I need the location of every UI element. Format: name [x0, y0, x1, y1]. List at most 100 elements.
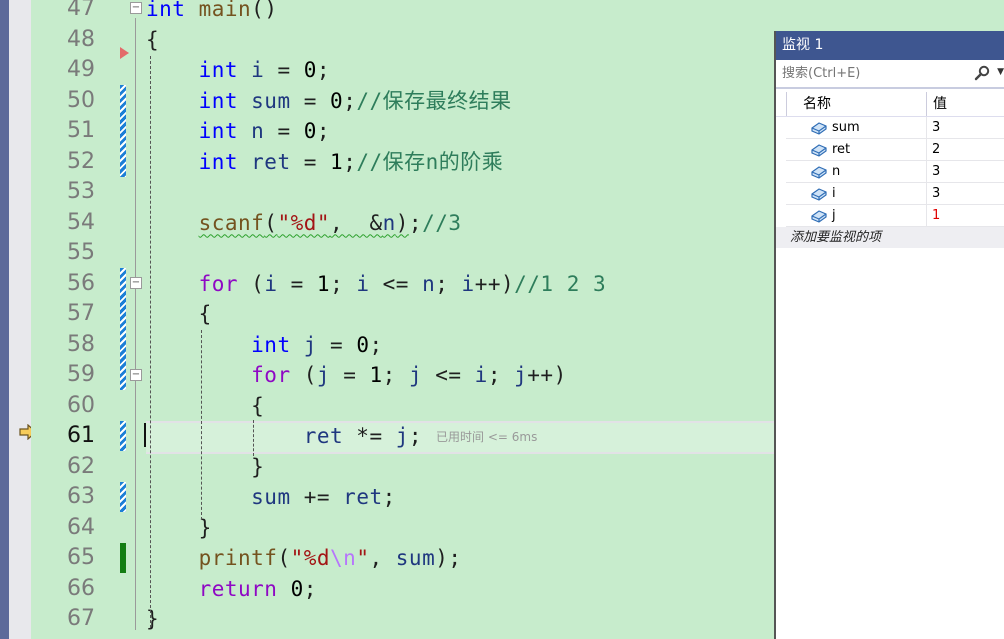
code-token: ;	[316, 119, 331, 143]
code-line[interactable]: 53	[31, 177, 776, 208]
watch-variable-value[interactable]: 3	[927, 161, 940, 182]
code-token: ++)	[527, 363, 567, 387]
code-token: printf	[198, 546, 278, 570]
watch-row-name-cell[interactable]: sum	[786, 117, 927, 138]
code-token: , &	[330, 210, 383, 235]
code-token: 0	[330, 88, 344, 113]
watch-row-name-cell[interactable]: ret	[786, 139, 927, 160]
code-token: ;	[369, 332, 383, 357]
code-text: {	[146, 299, 212, 329]
search-options-dropdown-icon[interactable]: ▼	[997, 67, 1004, 77]
code-text: }	[146, 604, 159, 634]
watch-search-input[interactable]	[776, 65, 1004, 82]
code-line[interactable]: 52 int ret = 1;//保存n的阶乘	[31, 147, 776, 178]
code-token: ;	[408, 424, 423, 448]
code-token: ret	[343, 485, 383, 509]
watch-row[interactable]: n3	[786, 161, 1004, 183]
code-token: 0	[356, 332, 370, 357]
watch-variable-value[interactable]: 3	[927, 117, 940, 138]
code-token: n	[382, 210, 396, 235]
line-number: 57	[67, 301, 95, 326]
glyph-margin[interactable]	[9, 0, 37, 639]
code-line[interactable]: 56 for (i = 1; i <= n; i++)//1 2 3	[31, 269, 776, 300]
code-line[interactable]: 49 int i = 0;	[31, 55, 776, 86]
code-token: sum	[395, 546, 436, 570]
watch-row[interactable]: sum 3	[786, 117, 1004, 139]
code-line[interactable]: 57 {	[31, 299, 776, 330]
code-token: n	[422, 271, 436, 296]
search-icon[interactable]	[974, 65, 990, 81]
code-line[interactable]: 65 printf("%d\n", sum);	[31, 543, 776, 574]
watch-row-name-cell[interactable]: i	[786, 183, 927, 204]
watch-variable-value[interactable]: 2	[927, 139, 940, 160]
code-line[interactable]: 62 }	[31, 452, 776, 483]
watch-row[interactable]: i3	[786, 183, 1004, 205]
code-line[interactable]: 48 {	[31, 25, 776, 56]
collapse-main-button[interactable]: −	[130, 2, 142, 14]
code-line[interactable]: 60 {	[31, 391, 776, 422]
code-line[interactable]: 61 ret *= j; 已用时间 <= 6ms	[31, 421, 776, 452]
line-number: 53	[67, 179, 95, 204]
code-token: i	[356, 271, 370, 296]
watch-row[interactable]: ret 2	[786, 139, 1004, 161]
watch-variable-value[interactable]: 1	[927, 205, 940, 226]
code-token: int	[198, 88, 239, 113]
text-caret	[144, 423, 146, 447]
code-token: =	[290, 88, 331, 113]
code-token: ;	[343, 88, 357, 113]
code-line[interactable]: 55	[31, 238, 776, 269]
code-token: =	[264, 119, 304, 143]
code-line[interactable]: 54 scanf("%d", &n);//3	[31, 208, 776, 239]
code-line[interactable]: 67}	[31, 604, 776, 635]
code-token: ret	[238, 149, 291, 174]
code-token: //3	[422, 210, 462, 235]
line-number: 62	[67, 453, 95, 479]
code-line[interactable]: 64 }	[31, 513, 776, 544]
code-text: for (i = 1; i <= n; i++)//1 2 3	[146, 269, 606, 299]
perf-tip-hint[interactable]: 已用时间 <= 6ms	[436, 430, 537, 444]
code-token: {	[146, 27, 160, 52]
code-token: 1	[330, 149, 344, 174]
collapse-for-i-button[interactable]: −	[130, 277, 142, 289]
watch-variable-value[interactable]: 3	[927, 183, 940, 204]
watch-title[interactable]: 监视 1	[776, 31, 1004, 60]
code-line[interactable]: 66 return 0;	[31, 574, 776, 605]
watch-row-name-cell[interactable]: j	[786, 205, 927, 226]
code-token: ,	[369, 546, 396, 570]
change-bar	[120, 85, 126, 177]
code-line[interactable]: 59 for (j = 1; j <= i; j++)	[31, 360, 776, 391]
column-header-name[interactable]: 名称	[786, 92, 927, 116]
watch-variable-name: n	[832, 164, 841, 179]
code-token: i	[264, 271, 278, 296]
code-token: <=	[369, 271, 423, 296]
code-line[interactable]: 47 int main()	[31, 0, 776, 25]
code-token: //保存最终结果	[356, 88, 512, 113]
line-number: 64	[67, 514, 95, 540]
code-token: //保存n的阶乘	[356, 149, 504, 174]
watch-row[interactable]: j1	[786, 205, 1004, 227]
code-token: }	[146, 454, 265, 479]
code-line[interactable]: 51 int n = 0;	[31, 116, 776, 147]
code-line[interactable]: 63 sum += ret;	[31, 482, 776, 513]
watch-variable-name: sum	[832, 120, 860, 135]
collapse-for-j-button[interactable]: −	[130, 369, 142, 381]
code-editor[interactable]: 47 int main() 48{49 int i = 0; 50 int sum =…	[31, 0, 776, 639]
code-token: =	[290, 149, 331, 174]
watch-row-name-cell[interactable]: n	[786, 161, 927, 182]
code-token: {	[146, 302, 212, 326]
code-line[interactable]: 58 int j = 0;	[31, 330, 776, 361]
code-line[interactable]: 50 int sum = 0;//保存最终结果	[31, 86, 776, 117]
code-token: =	[277, 271, 317, 296]
line-number: 51	[67, 118, 95, 143]
saved-change-bar	[120, 543, 126, 573]
code-text: return 0;	[146, 574, 317, 604]
column-header-value[interactable]: 值	[927, 92, 947, 116]
add-watch-item[interactable]: 添加要监视的项	[776, 227, 1004, 248]
code-token: int	[198, 149, 239, 174]
line-number: 55	[67, 240, 95, 265]
code-token: j	[408, 363, 423, 387]
code-token: int	[146, 0, 186, 21]
